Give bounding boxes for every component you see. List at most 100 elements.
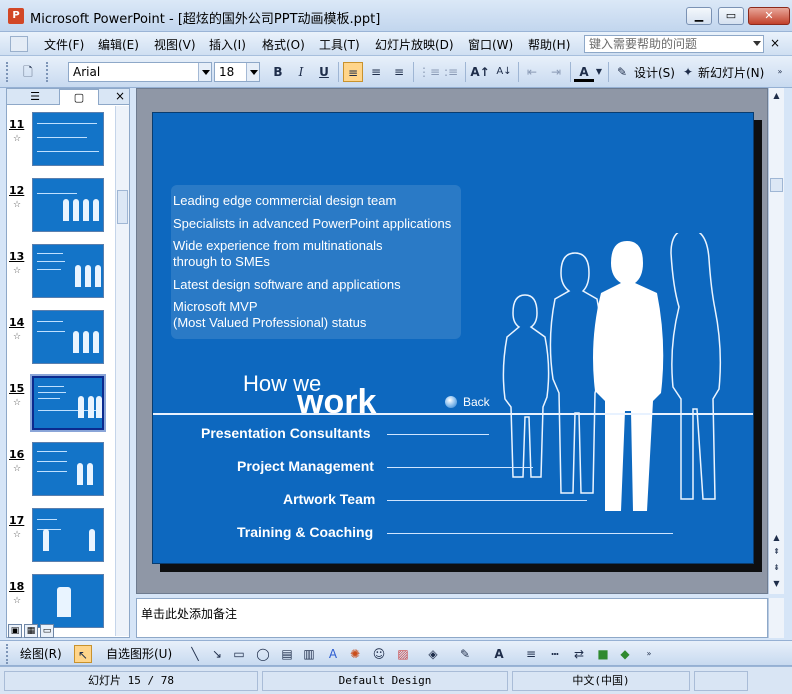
tab-slides[interactable]: ▢	[59, 89, 99, 105]
new-document-icon[interactable]: 🗋	[18, 62, 38, 82]
scroll-up-icon[interactable]: ▲	[769, 530, 784, 545]
scroll-down-icon[interactable]: ▼	[769, 576, 784, 591]
rectangle-tool-icon[interactable]: ▭	[230, 645, 248, 663]
slide-thumbnail[interactable]: 17 ☆	[7, 502, 115, 568]
menu-format[interactable]: 格式(O)	[262, 36, 305, 53]
service-training[interactable]: Training & Coaching	[237, 524, 373, 540]
arrow-tool-icon[interactable]: ↘	[208, 645, 226, 663]
close-document-button[interactable]: ×	[770, 36, 780, 50]
scroll-thumb[interactable]	[117, 190, 128, 224]
font-name-select[interactable]: Arial	[68, 62, 212, 82]
document-menu-icon[interactable]	[10, 36, 28, 52]
chevron-down-icon[interactable]	[753, 41, 761, 46]
menu-insert[interactable]: 插入(I)	[209, 36, 246, 53]
arrow-style-icon[interactable]: ⇄	[570, 645, 588, 663]
font-color-icon[interactable]: A	[574, 62, 594, 82]
menu-help[interactable]: 帮助(H)	[528, 36, 570, 53]
service-artwork[interactable]: Artwork Team	[283, 491, 375, 507]
slide-thumbnail[interactable]: 12 ☆	[7, 172, 115, 238]
dash-style-icon[interactable]: ┅	[546, 645, 564, 663]
notes-pane[interactable]: 单击此处添加备注	[136, 598, 768, 638]
bold-button[interactable]: B	[268, 62, 288, 82]
decrease-indent-icon[interactable]: ⇤	[522, 62, 542, 82]
slide-number: 13	[9, 250, 25, 263]
slide-thumbnail-selected[interactable]: 15 ☆	[7, 370, 115, 436]
slide-thumbnail[interactable]: 13 ☆	[7, 238, 115, 304]
decrease-font-icon[interactable]: A↓	[494, 62, 514, 82]
back-link[interactable]: Back	[463, 395, 490, 409]
toolbar-grip[interactable]	[46, 62, 49, 82]
status-bar: 幻灯片 15 / 78 Default Design 中文(中国)	[0, 666, 792, 694]
slide-thumbnail[interactable]: 11 ☆	[7, 106, 115, 172]
vertical-textbox-icon[interactable]: ▥	[300, 645, 318, 663]
menu-window[interactable]: 窗口(W)	[468, 36, 513, 53]
menu-view[interactable]: 视图(V)	[154, 36, 196, 53]
service-project[interactable]: Project Management	[237, 458, 374, 474]
line-style-icon[interactable]: ≡	[522, 645, 540, 663]
menu-tools[interactable]: 工具(T)	[319, 36, 360, 53]
design-button[interactable]: 设计(S)	[634, 64, 675, 81]
picture-icon[interactable]: ▨	[394, 645, 412, 663]
oval-tool-icon[interactable]: ◯	[254, 645, 272, 663]
chevron-down-icon[interactable]: ▼	[594, 62, 604, 82]
scroll-up-icon[interactable]: ▲	[769, 88, 784, 103]
new-slide-button[interactable]: 新幻灯片(N)	[698, 64, 764, 81]
minimize-button[interactable]: ▁	[686, 7, 712, 25]
align-left-icon[interactable]: ≡	[343, 62, 363, 82]
italic-button[interactable]: I	[291, 62, 311, 82]
slide-scrollbar[interactable]: ▲ ▲ ⇞ ⇟ ▼	[768, 88, 784, 594]
toolbar-grip[interactable]	[6, 62, 9, 82]
next-slide-icon[interactable]: ⇟	[769, 560, 784, 575]
scroll-thumb[interactable]	[770, 178, 783, 192]
thumbnail-scrollbar[interactable]	[115, 106, 129, 636]
slide-thumbnail[interactable]: 16 ☆	[7, 436, 115, 502]
service-presentation[interactable]: Presentation Consultants	[201, 425, 371, 441]
textbox-tool-icon[interactable]: ▤	[278, 645, 296, 663]
current-slide[interactable]: Leading edge commercial design team Spec…	[152, 112, 754, 564]
normal-view-icon[interactable]: ▣	[8, 624, 22, 638]
toolbar-grip[interactable]	[6, 644, 9, 664]
diagram-icon[interactable]: ✺	[346, 645, 364, 663]
maximize-button[interactable]: ▭	[718, 7, 744, 25]
3d-style-icon[interactable]: ◆	[616, 645, 634, 663]
increase-indent-icon[interactable]: ⇥	[546, 62, 566, 82]
slide-thumbnail[interactable]: 14 ☆	[7, 304, 115, 370]
draw-menu-button[interactable]: 绘图(R)	[20, 645, 62, 662]
line-color-icon[interactable]: ✎	[456, 645, 474, 663]
menu-slideshow[interactable]: 幻灯片放映(D)	[375, 36, 454, 53]
align-right-icon[interactable]: ≡	[389, 62, 409, 82]
underline-button[interactable]: U	[314, 62, 334, 82]
chevron-down-icon[interactable]	[198, 63, 211, 81]
previous-slide-icon[interactable]: ⇞	[769, 544, 784, 559]
autoshapes-menu-button[interactable]: 自选图形(U)	[106, 645, 172, 662]
select-pointer-icon[interactable]: ↖	[74, 645, 92, 663]
font-size-select[interactable]: 18	[214, 62, 260, 82]
line-tool-icon[interactable]: ╲	[186, 645, 204, 663]
align-center-icon[interactable]: ≡	[366, 62, 386, 82]
slide-sorter-icon[interactable]: ▦	[24, 624, 38, 638]
help-search-input[interactable]: 键入需要帮助的问题	[584, 35, 764, 53]
design-icon[interactable]: ✎	[612, 62, 632, 82]
shadow-style-icon[interactable]: ■	[594, 645, 612, 663]
fill-color-icon[interactable]: ◈	[424, 645, 442, 663]
bullet-text: Microsoft MVP	[173, 299, 258, 314]
toolbar-options-icon[interactable]: »	[770, 62, 790, 82]
tab-outline[interactable]: ☰	[15, 89, 55, 105]
close-pane-button[interactable]: ×	[115, 89, 125, 104]
chevron-down-icon[interactable]	[246, 63, 259, 81]
back-orb-icon[interactable]	[445, 396, 457, 408]
slide-number: 11	[9, 118, 25, 131]
close-window-button[interactable]: ✕	[748, 7, 790, 25]
slideshow-icon[interactable]: ▭	[40, 624, 54, 638]
font-color-icon[interactable]: A	[490, 645, 508, 663]
menu-file[interactable]: 文件(F)	[44, 36, 84, 53]
notes-scrollbar[interactable]	[768, 598, 784, 638]
numbering-icon[interactable]: ⋮≡	[418, 62, 440, 82]
increase-font-icon[interactable]: A↑	[470, 62, 490, 82]
menu-edit[interactable]: 编辑(E)	[98, 36, 139, 53]
toolbar-options-icon[interactable]: »	[640, 645, 658, 663]
bullets-icon[interactable]: :≡	[441, 62, 461, 82]
new-slide-icon[interactable]: ✦	[678, 62, 698, 82]
clipart-icon[interactable]: ☺	[370, 645, 388, 663]
wordart-icon[interactable]: A	[324, 645, 342, 663]
